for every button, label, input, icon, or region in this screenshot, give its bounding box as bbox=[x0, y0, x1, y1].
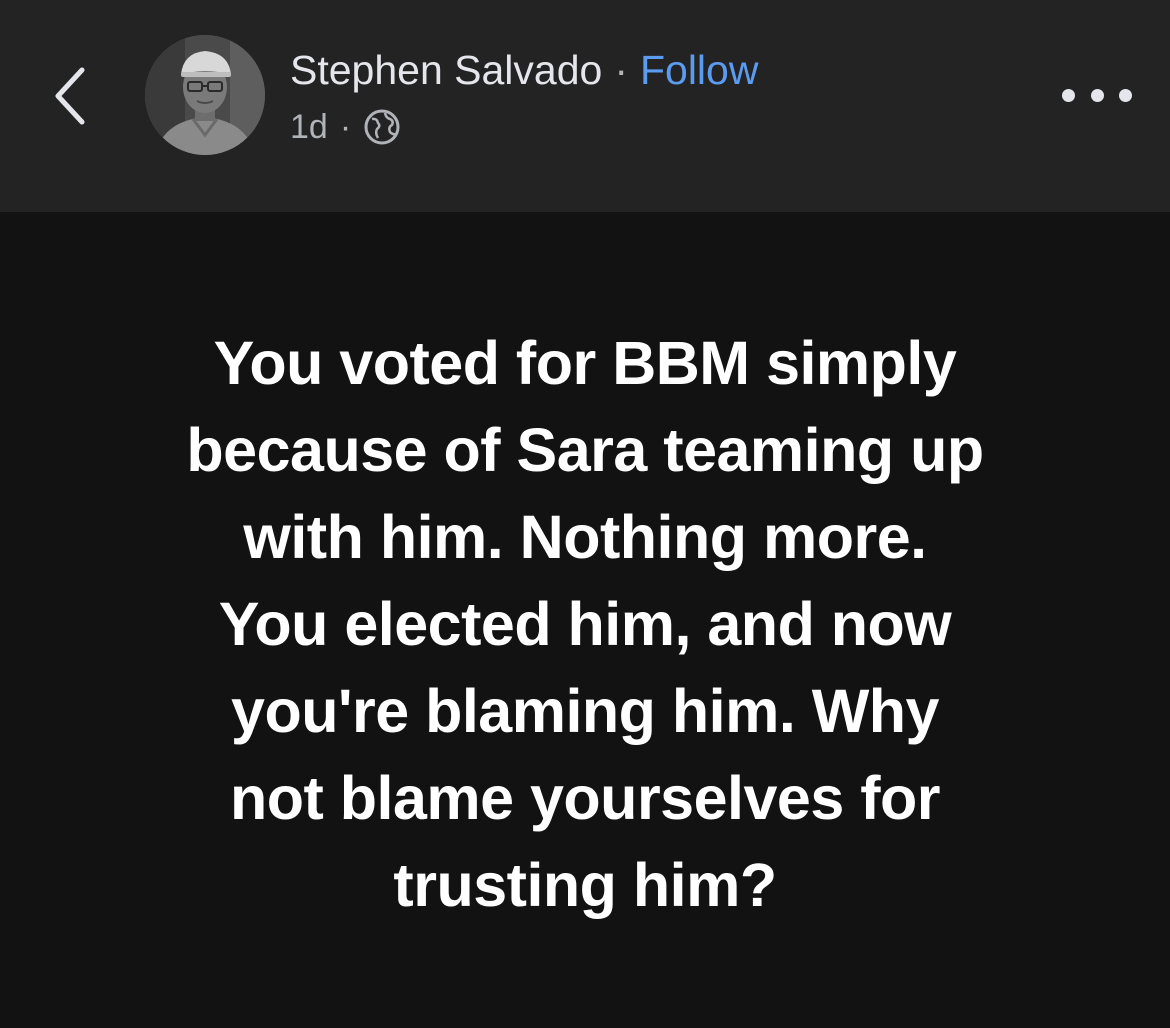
follow-button[interactable]: Follow bbox=[640, 44, 758, 96]
more-dot bbox=[1062, 88, 1075, 102]
post-text-line: You elected him, and now bbox=[218, 590, 952, 658]
post-timestamp[interactable]: 1d bbox=[290, 108, 328, 147]
post-body: You voted for BBM simply because of Sara… bbox=[0, 212, 1170, 1028]
post-text-line: you're blaming him. Why bbox=[231, 677, 939, 745]
post-header: Stephen Salvado · Follow 1d · bbox=[0, 0, 1170, 212]
more-options-button[interactable] bbox=[1062, 80, 1132, 110]
post-text: You voted for BBM simply because of Sara… bbox=[60, 320, 1110, 929]
post-text-line: not blame yourselves for bbox=[229, 764, 941, 832]
separator-dot: · bbox=[614, 47, 628, 93]
more-dot bbox=[1090, 88, 1104, 102]
post-text-line: with him. Nothing more. bbox=[243, 503, 927, 571]
post-text-line: trusting him? bbox=[393, 851, 777, 919]
post-text-line: because of Sara teaming up bbox=[186, 416, 984, 484]
post-meta: 1d · bbox=[290, 104, 401, 150]
author-line: Stephen Salvado · Follow bbox=[290, 44, 758, 96]
meta-separator-dot: · bbox=[339, 107, 352, 146]
chevron-left-icon bbox=[55, 67, 85, 125]
back-button[interactable] bbox=[40, 56, 100, 136]
post-text-line: You voted for BBM simply bbox=[213, 329, 957, 397]
post-screen: Stephen Salvado · Follow 1d · You voted … bbox=[0, 0, 1170, 1028]
avatar-photo bbox=[145, 35, 265, 155]
avatar[interactable] bbox=[145, 35, 265, 155]
more-dot bbox=[1119, 88, 1132, 102]
author-name[interactable]: Stephen Salvado bbox=[290, 44, 602, 96]
globe-icon[interactable] bbox=[363, 108, 401, 146]
